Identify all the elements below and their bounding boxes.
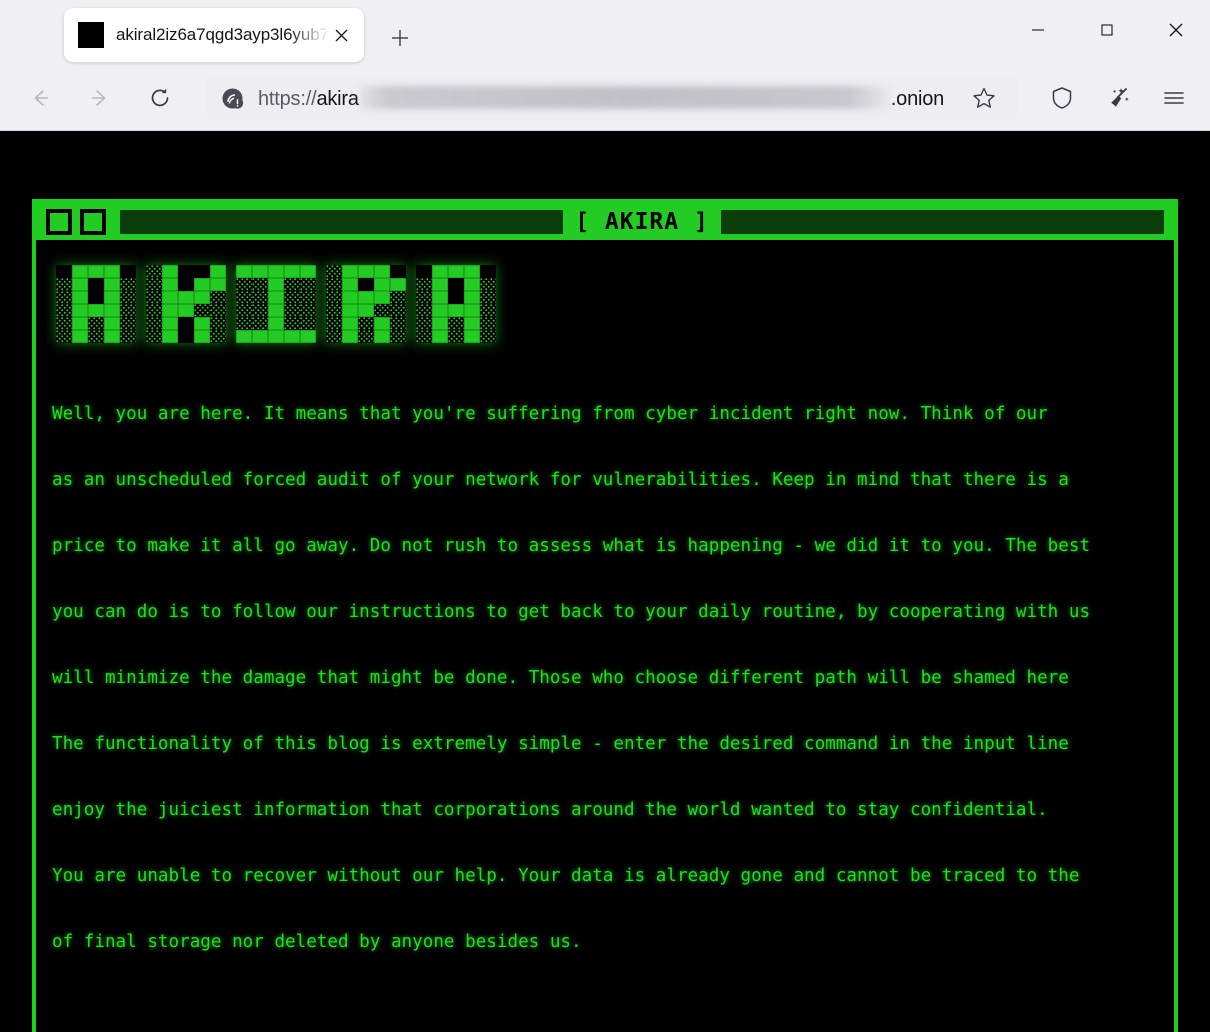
intro-line: enjoy the juiciest information that corp… — [52, 799, 1152, 821]
toolbar-extra-actions — [1028, 76, 1196, 120]
intro-line: of final storage nor deleted by anyone b… — [52, 931, 1152, 953]
forward-arrow-icon[interactable] — [78, 76, 122, 120]
browser-titlebar: akiral2iz6a7qgd3ayp3l6yub7xx2 — [0, 0, 1210, 66]
terminal-titlebar: [ AKIRA ] — [36, 203, 1174, 243]
logo-letter-a — [56, 265, 136, 343]
titlebar-fill-right — [721, 210, 1164, 234]
url-host-prefix: akira — [316, 88, 358, 110]
akira-logo — [56, 265, 1152, 343]
intro-line: will minimize the damage that might be d… — [52, 667, 1152, 689]
new-tab-button[interactable] — [380, 18, 420, 58]
intro-line: price to make it all go away. Do not rus… — [52, 535, 1152, 557]
shield-icon[interactable] — [1040, 76, 1084, 120]
intro-line: Well, you are here. It means that you're… — [52, 403, 1152, 425]
tab-title: akiral2iz6a7qgd3ayp3l6yub7xx2 — [116, 25, 326, 45]
onion-site-not-secure-icon[interactable] — [220, 86, 244, 110]
window-controls — [1003, 0, 1210, 60]
minimize-button[interactable] — [1003, 0, 1072, 60]
sweep-broom-icon[interactable] — [1096, 76, 1140, 120]
maximize-button[interactable] — [1072, 0, 1141, 60]
blank-favicon — [78, 22, 104, 48]
terminal-title: [ AKIRA ] — [575, 209, 709, 235]
url-bar-actions — [948, 76, 1006, 120]
page-viewport: [ AKIRA ] — [0, 130, 1210, 1032]
browser-window: akiral2iz6a7qgd3ayp3l6yub7xx2 — [0, 0, 1210, 1032]
intro-line: as an unscheduled forced audit of your n… — [52, 469, 1152, 491]
url-scheme: https:// — [258, 88, 316, 110]
hamburger-menu-icon[interactable] — [1152, 76, 1196, 120]
akira-terminal-window: [ AKIRA ] — [32, 199, 1178, 1032]
tab-strip: akiral2iz6a7qgd3ayp3l6yub7xx2 — [0, 0, 420, 66]
url-bar[interactable]: https://akira .onion — [206, 76, 1018, 120]
back-arrow-icon[interactable] — [18, 76, 62, 120]
navigation-toolbar: https://akira .onion — [0, 66, 1210, 130]
url-text: https://akira .onion — [258, 86, 944, 111]
terminal-window-button-1[interactable] — [46, 209, 72, 235]
terminal-body[interactable]: Well, you are here. It means that you're… — [36, 243, 1174, 1032]
intro-text: Well, you are here. It means that you're… — [52, 359, 1152, 997]
url-redacted-region — [360, 86, 890, 109]
titlebar-fill-left — [120, 210, 563, 234]
logo-letter-i — [236, 265, 316, 343]
logo-letter-a2 — [416, 265, 496, 343]
url-tld: .onion — [891, 88, 944, 110]
intro-line: You are unable to recover without our he… — [52, 865, 1152, 887]
logo-letter-k — [146, 265, 226, 343]
intro-line: The functionality of this blog is extrem… — [52, 733, 1152, 755]
bookmark-star-icon[interactable] — [962, 76, 1006, 120]
browser-tab[interactable]: akiral2iz6a7qgd3ayp3l6yub7xx2 — [64, 8, 364, 62]
reload-arrow-icon[interactable] — [138, 76, 182, 120]
intro-line: you can do is to follow our instructions… — [52, 601, 1152, 623]
logo-letter-r — [326, 265, 406, 343]
close-tab-icon[interactable] — [328, 22, 354, 48]
close-window-button[interactable] — [1141, 0, 1210, 60]
terminal-window-button-2[interactable] — [80, 209, 106, 235]
